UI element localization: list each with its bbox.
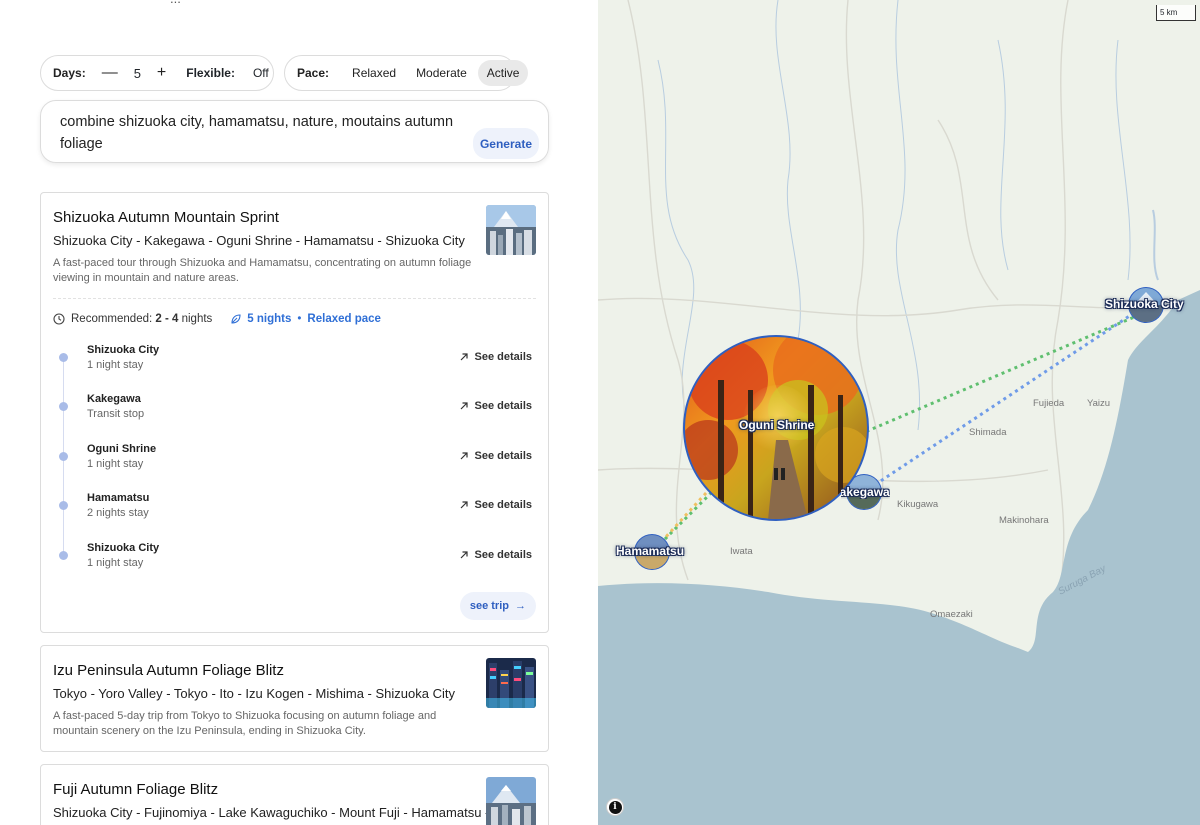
recommended-unit: nights xyxy=(181,313,213,325)
stop-name: Oguni Shrine xyxy=(87,443,157,455)
timeline-dot xyxy=(59,551,68,560)
arrow-up-right-icon xyxy=(460,402,468,410)
place-label-oguni[interactable]: Oguni Shrine xyxy=(739,418,814,432)
recommended-label: Recommended: xyxy=(71,313,153,325)
trip-route: Shizuoka City - Fujinomiya - Lake Kawagu… xyxy=(53,805,490,820)
town-label: Fujieda xyxy=(1033,398,1065,409)
trip-thumbnail xyxy=(486,777,536,825)
prompt-input[interactable]: combine shizuoka city, hamamatsu, nature… xyxy=(40,100,549,163)
stop-stay: Transit stop xyxy=(87,408,145,420)
card-divider xyxy=(53,298,536,299)
arrow-up-right-icon xyxy=(460,353,468,361)
trip-card[interactable]: Izu Peninsula Autumn Foliage Blitz Tokyo… xyxy=(40,645,549,752)
generate-button[interactable]: Generate xyxy=(472,128,539,159)
map-scale: 5 km xyxy=(1156,5,1196,21)
see-trip-button[interactable]: see trip → xyxy=(459,592,536,620)
see-trip-label: see trip xyxy=(469,600,509,612)
app-root: ... Days: — 5 + Flexible: Off Pace: Rela… xyxy=(0,0,1200,825)
list-item: Shizuoka City 1 night stay See details xyxy=(53,541,538,581)
days-decrement-button[interactable]: — xyxy=(102,64,118,82)
stop-name: Kakegawa xyxy=(87,393,141,405)
arrow-up-right-icon xyxy=(460,452,468,460)
see-details-label: See details xyxy=(474,450,532,462)
trip-description: A fast-paced 5-day trip from Tokyo to Sh… xyxy=(53,710,437,737)
trip-title[interactable]: Shizuoka Autumn Mountain Sprint xyxy=(53,209,279,226)
stop-name: Shizuoka City xyxy=(87,344,160,356)
pace-option-active[interactable]: Active xyxy=(477,60,529,86)
town-label: Yaizu xyxy=(1087,398,1111,409)
see-details-link[interactable]: See details xyxy=(459,400,532,412)
stop-name: Hamamatsu xyxy=(87,492,150,504)
timeline-dot xyxy=(59,353,68,362)
list-item: Kakegawa Transit stop See details xyxy=(53,392,538,432)
trip-nights: 5 nights xyxy=(247,313,292,325)
list-item: Oguni Shrine 1 night stay See details xyxy=(53,442,538,482)
meta-separator: • xyxy=(297,313,302,325)
arrow-up-right-icon xyxy=(460,551,468,559)
see-details-link[interactable]: See details xyxy=(459,499,532,511)
list-item: Hamamatsu 2 nights stay See details xyxy=(53,491,538,531)
trip-description: A fast-paced tour through Shizuoka and H… xyxy=(53,257,472,284)
flexible-toggle[interactable]: Off xyxy=(253,66,269,80)
flexible-label: Flexible: xyxy=(186,66,235,80)
stop-stay: 1 night stay xyxy=(87,458,144,470)
top-caption: ... xyxy=(170,0,181,6)
map-info-button[interactable]: i xyxy=(606,798,624,816)
timeline-dot xyxy=(59,501,68,510)
pace-option-moderate[interactable]: Moderate xyxy=(407,60,476,86)
arrow-up-right-icon xyxy=(460,501,468,509)
stop-name: Shizuoka City xyxy=(87,542,160,554)
place-label-hamamatsu[interactable]: Hamamatsu xyxy=(616,544,684,558)
stop-stay: 1 night stay xyxy=(87,359,144,371)
see-details-label: See details xyxy=(474,400,532,412)
pace-label: Pace: xyxy=(297,66,330,80)
see-details-link[interactable]: See details xyxy=(459,549,532,561)
town-label: Kikugawa xyxy=(897,499,939,510)
prompt-text[interactable]: combine shizuoka city, hamamatsu, nature… xyxy=(60,111,470,155)
trip-title[interactable]: Fuji Autumn Foliage Blitz xyxy=(53,781,218,798)
trip-panel: ... Days: — 5 + Flexible: Off Pace: Rela… xyxy=(0,0,598,825)
see-details-label: See details xyxy=(474,351,532,363)
trip-card[interactable]: Fuji Autumn Foliage Blitz Shizuoka City … xyxy=(40,764,549,825)
info-icon: i xyxy=(608,800,622,814)
map-canvas xyxy=(598,0,1200,825)
trip-thumbnail xyxy=(486,205,536,255)
see-details-label: See details xyxy=(474,549,532,561)
stop-stay: 1 night stay xyxy=(87,557,144,569)
days-value: 5 xyxy=(133,65,141,81)
days-control: Days: — 5 + Flexible: Off xyxy=(40,55,274,91)
trip-route: Tokyo - Yoro Valley - Tokyo - Ito - Izu … xyxy=(53,686,455,701)
arrow-right-icon: → xyxy=(515,600,526,612)
map-view[interactable]: Fujieda Yaizu Shimada Kikugawa Makinohar… xyxy=(598,0,1200,825)
see-details-link[interactable]: See details xyxy=(459,351,532,363)
days-label: Days: xyxy=(53,66,86,80)
trip-pace: Relaxed pace xyxy=(307,313,381,325)
days-increment-button[interactable]: + xyxy=(157,64,166,82)
town-label: Omaezaki xyxy=(930,609,973,620)
town-label: Shimada xyxy=(969,427,1007,438)
trip-thumbnail xyxy=(486,658,536,708)
town-label: Makinohara xyxy=(999,515,1049,526)
see-details-label: See details xyxy=(474,499,532,511)
timeline-dot xyxy=(59,402,68,411)
trip-controls: Days: — 5 + Flexible: Off Pace: Relaxed … xyxy=(40,55,529,91)
see-details-link[interactable]: See details xyxy=(459,450,532,462)
trip-route: Shizuoka City - Kakegawa - Oguni Shrine … xyxy=(53,233,465,248)
trip-card[interactable]: Shizuoka Autumn Mountain Sprint Shizuoka… xyxy=(40,192,549,633)
place-label-shizuoka[interactable]: Shizuoka City xyxy=(1105,297,1184,311)
recommended-range: 2 - 4 xyxy=(155,313,179,325)
pace-control: Pace: Relaxed Moderate Active xyxy=(284,55,529,91)
clock-icon xyxy=(53,313,65,325)
pace-option-relaxed[interactable]: Relaxed xyxy=(343,60,405,86)
town-label: Iwata xyxy=(730,546,753,557)
trip-title[interactable]: Izu Peninsula Autumn Foliage Blitz xyxy=(53,662,284,679)
trip-meta: Recommended: 2 - 4 nights 5 nights • Rel… xyxy=(53,313,381,325)
leaf-icon xyxy=(231,314,241,324)
stop-stay: 2 nights stay xyxy=(87,507,149,519)
list-item: Shizuoka City 1 night stay See details xyxy=(53,343,538,383)
timeline-dot xyxy=(59,452,68,461)
